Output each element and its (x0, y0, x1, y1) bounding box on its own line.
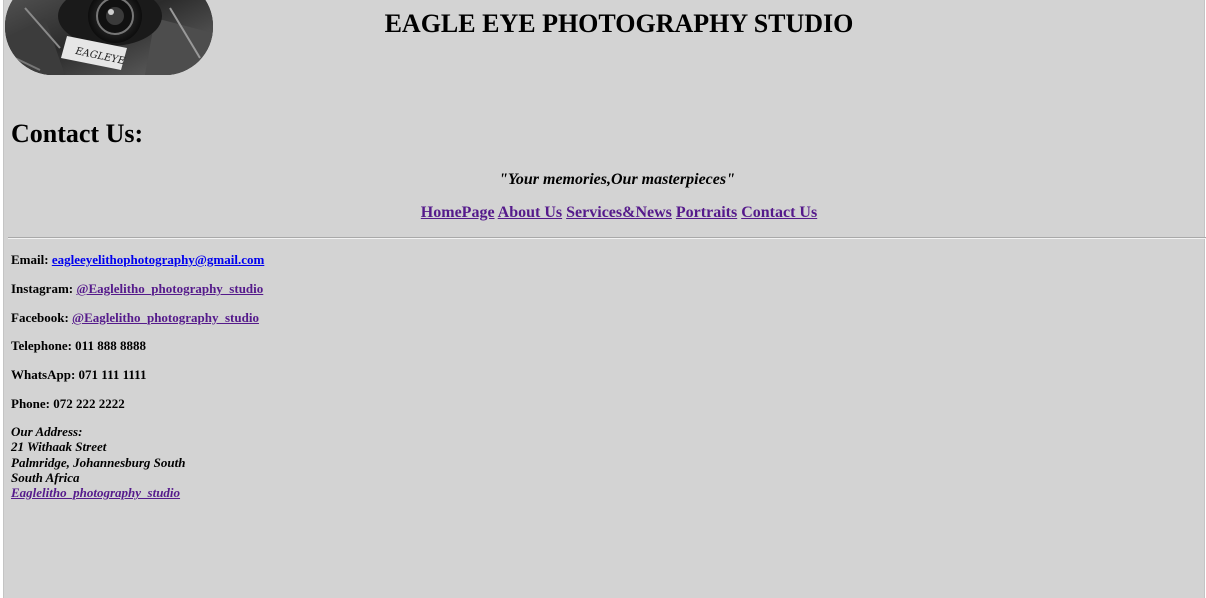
facebook-link[interactable]: @Eaglelitho_photography_studio (72, 310, 259, 325)
address-line-2: Palmridge, Johannesburg South (11, 454, 186, 470)
tagline: "Your memories,Our masterpieces" (499, 171, 735, 188)
horizontal-divider (8, 237, 1206, 239)
instagram-link[interactable]: @Eaglelitho_photography_studio (76, 281, 263, 296)
email-link[interactable]: eagleeyelithophotography@gmail.com (52, 252, 265, 267)
main-navigation: HomePage About Us Services&News Portrait… (4, 204, 1206, 222)
facebook-label: Facebook: (11, 310, 69, 325)
whatsapp-text: WhatsApp: 071 111 1111 (11, 367, 147, 382)
nav-link-contact-us[interactable]: Contact Us (741, 204, 817, 221)
site-title: EAGLE EYE PHOTOGRAPHY STUDIO (384, 9, 854, 38)
email-row: Email: eagleeyelithophotography@gmail.co… (11, 252, 264, 268)
telephone-text: Telephone: 011 888 8888 (11, 338, 146, 353)
page-title: Contact Us: (11, 119, 144, 148)
facebook-row: Facebook: @Eaglelitho_photography_studio (11, 310, 259, 326)
instagram-row: Instagram: @Eaglelitho_photography_studi… (11, 281, 263, 297)
nav-link-homepage[interactable]: HomePage (421, 204, 495, 221)
address-line-1: 21 Withaak Street (11, 439, 107, 455)
nav-link-services-news[interactable]: Services&News (566, 204, 672, 221)
postal-address: Our Address: 21 Withaak Street Palmridge… (11, 424, 185, 500)
nav-link-portraits[interactable]: Portraits (676, 204, 737, 221)
email-label: Email: (11, 252, 49, 267)
phone-text: Phone: 072 222 2222 (11, 396, 125, 411)
address-studio-link[interactable]: Eaglelitho_photography_studio (11, 485, 180, 500)
nav-link-about-us[interactable]: About Us (498, 204, 562, 221)
page: EAGLEYE EAGLE EYE PHOTOGRAPHY STUDIO Con… (3, 0, 1206, 598)
address-line-3: South Africa (11, 469, 80, 485)
address-label: Our Address: (11, 424, 83, 439)
instagram-label: Instagram: (11, 281, 74, 296)
